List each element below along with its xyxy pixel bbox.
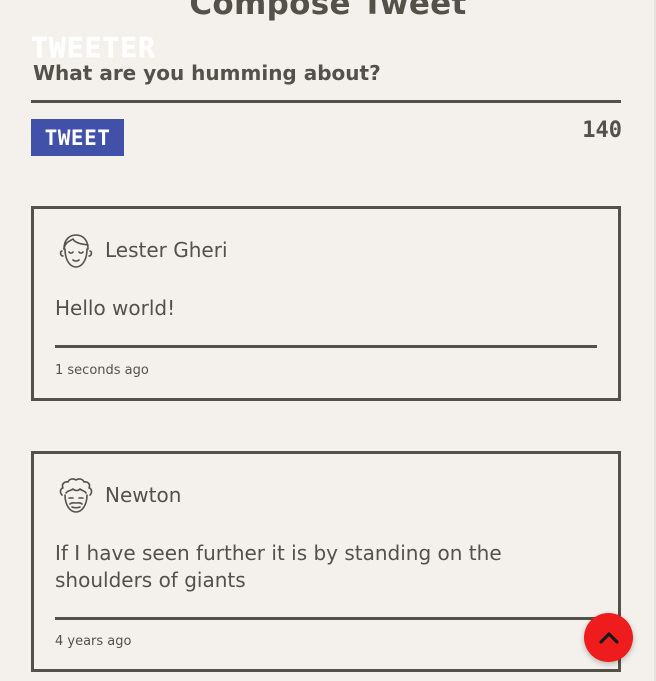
tweet-author: Lester Gheri <box>105 238 228 262</box>
scroll-to-top-button[interactable] <box>584 613 633 662</box>
tweet-timestamp: 1 seconds ago <box>55 363 149 378</box>
char-counter: 140 <box>582 118 622 143</box>
tweet-divider <box>55 617 597 620</box>
tweet-button[interactable]: TWEET <box>31 119 124 156</box>
chevron-up-icon <box>598 631 619 644</box>
compose-title: Compose Tweet <box>189 0 467 22</box>
tweet-divider <box>55 345 597 348</box>
face-avatar-icon <box>59 234 93 268</box>
page: Compose Tweet TWEETER TWEET 140 Lester G… <box>0 0 656 681</box>
compose-underline <box>31 100 621 103</box>
compose-input[interactable] <box>31 58 623 88</box>
tweet-author: Newton <box>105 483 182 507</box>
tweet-card: Newton If I have seen further it is by s… <box>31 451 621 672</box>
tweet-text: Hello world! <box>55 296 176 320</box>
tweet-card: Lester Gheri Hello world! 1 seconds ago <box>31 206 621 401</box>
tweet-text: If I have seen further it is by standing… <box>55 541 502 592</box>
tweet-timestamp: 4 years ago <box>55 634 132 649</box>
curly-hair-avatar-icon <box>59 478 93 513</box>
